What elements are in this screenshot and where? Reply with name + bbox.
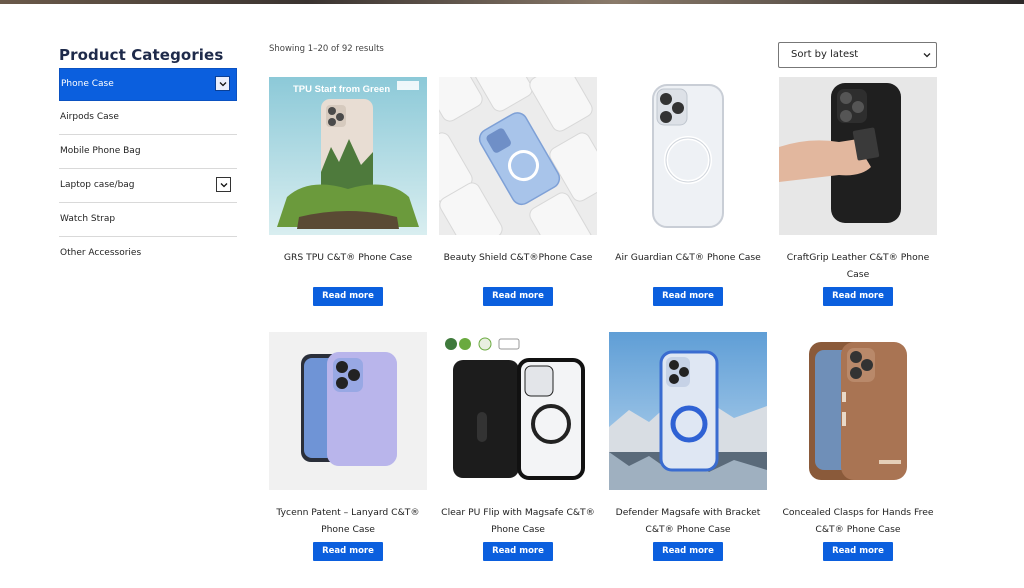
product-title[interactable]: Air Guardian C&T® Phone Case: [609, 249, 767, 283]
read-more-button[interactable]: Read more: [653, 287, 723, 306]
product-image[interactable]: [779, 77, 937, 235]
product-title[interactable]: Tycenn Patent – Lanyard C&T® Phone Case: [269, 504, 427, 538]
read-more-button[interactable]: Read more: [483, 542, 553, 561]
results-count: Showing 1–20 of 92 results: [269, 44, 384, 54]
read-more-button[interactable]: Read more: [313, 287, 383, 306]
category-item-watch-strap[interactable]: Watch Strap: [59, 203, 237, 237]
product-image-text: TPU Start from Green: [293, 84, 390, 95]
product-title[interactable]: CraftGrip Leather C&T® Phone Case: [779, 249, 937, 283]
category-item-phone-case[interactable]: Phone Case: [59, 68, 237, 101]
category-item-airpods-case[interactable]: Airpods Case: [59, 101, 237, 135]
category-item-other-accessories[interactable]: Other Accessories: [59, 237, 237, 270]
category-item-mobile-phone-bag[interactable]: Mobile Phone Bag: [59, 135, 237, 169]
category-label: Airpods Case: [60, 112, 119, 122]
product-card: CraftGrip Leather C&T® Phone Case Read m…: [779, 77, 937, 306]
chevron-down-icon[interactable]: [215, 76, 230, 91]
product-card: Tycenn Patent – Lanyard C&T® Phone Case …: [269, 332, 427, 561]
product-image[interactable]: TPU Start from Green: [269, 77, 427, 235]
product-card: Air Guardian C&T® Phone Case Read more: [609, 77, 767, 306]
hero-strip: [0, 0, 1024, 4]
read-more-button[interactable]: Read more: [313, 542, 383, 561]
product-card: TPU Start from Green GRS TPU C&T® Phone …: [269, 77, 427, 306]
category-list: Phone Case Airpods Case Mobile Phone Bag…: [59, 68, 237, 270]
category-label: Laptop case/bag: [60, 180, 135, 190]
read-more-button[interactable]: Read more: [653, 542, 723, 561]
product-image[interactable]: [779, 332, 937, 490]
product-image[interactable]: [609, 332, 767, 490]
product-title[interactable]: Beauty Shield C&T®Phone Case: [439, 249, 597, 283]
sort-select-value: Sort by latest: [791, 49, 859, 60]
category-label: Mobile Phone Bag: [60, 146, 141, 156]
product-image[interactable]: [269, 332, 427, 490]
read-more-button[interactable]: Read more: [483, 287, 553, 306]
product-card: Concealed Clasps for Hands Free C&T® Pho…: [779, 332, 937, 561]
chevron-down-icon: [923, 53, 931, 58]
product-image[interactable]: [439, 77, 597, 235]
product-card: Clear PU Flip with Magsafe C&T® Phone Ca…: [439, 332, 597, 561]
sort-select[interactable]: Sort by latest: [778, 42, 937, 68]
category-label: Other Accessories: [60, 248, 142, 258]
product-title[interactable]: Defender Magsafe with Bracket C&T® Phone…: [609, 504, 767, 538]
product-image[interactable]: [439, 332, 597, 490]
read-more-button[interactable]: Read more: [823, 542, 893, 561]
product-title[interactable]: Concealed Clasps for Hands Free C&T® Pho…: [779, 504, 937, 538]
sidebar-title: Product Categories: [59, 46, 224, 64]
chevron-down-icon[interactable]: [216, 177, 231, 192]
category-sidebar: Product Categories Phone Case Airpods Ca…: [59, 46, 237, 270]
product-card: Defender Magsafe with Bracket C&T® Phone…: [609, 332, 767, 561]
category-item-laptop-case[interactable]: Laptop case/bag: [59, 169, 237, 203]
product-title[interactable]: GRS TPU C&T® Phone Case: [269, 249, 427, 283]
read-more-button[interactable]: Read more: [823, 287, 893, 306]
category-label: Phone Case: [61, 79, 114, 89]
product-image[interactable]: [609, 77, 767, 235]
category-label: Watch Strap: [60, 214, 116, 224]
product-card: Beauty Shield C&T®Phone Case Read more: [439, 77, 597, 306]
product-title[interactable]: Clear PU Flip with Magsafe C&T® Phone Ca…: [439, 504, 597, 538]
